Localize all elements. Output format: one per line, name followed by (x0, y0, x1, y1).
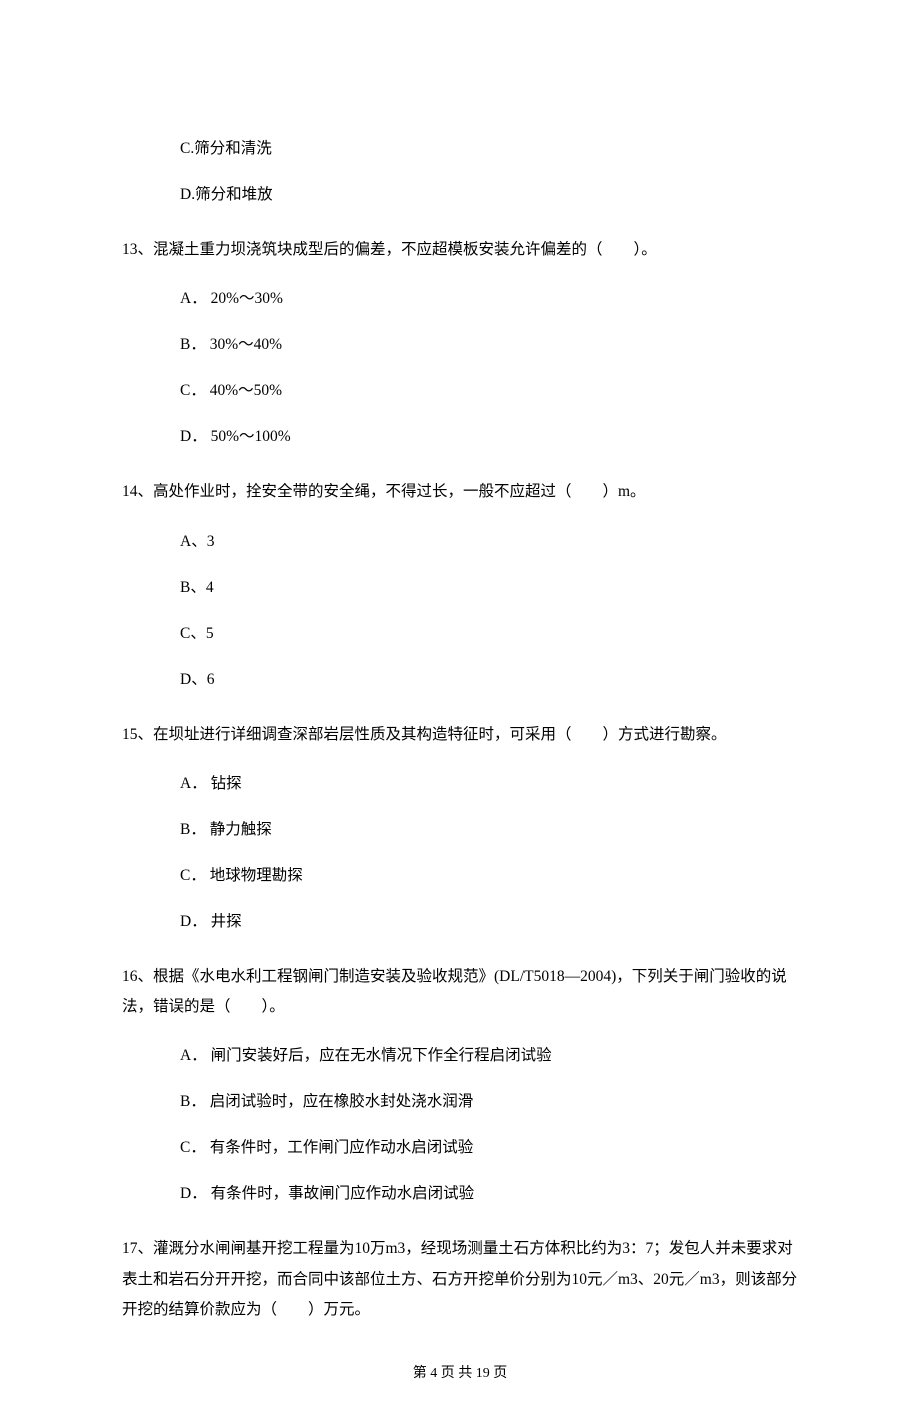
q16-stem: 16、根据《水电水利工程钢闸门制造安装及验收规范》(DL/T5018—2004)… (122, 962, 798, 1022)
q15-stem: 15、在坝址进行详细调查深部岩层性质及其构造特征时，可采用（ ）方式进行勘察。 (122, 720, 798, 750)
q14-stem: 14、高处作业时，拴安全带的安全绳，不得过长，一般不应超过（ ）m。 (122, 477, 798, 507)
q16-option-b: B． 启闭试验时，应在橡胶水封处浇水润滑 (122, 1090, 798, 1114)
q13-option-a: A． 20%～30% (122, 287, 798, 311)
q13-option-c: C． 40%～50% (122, 379, 798, 403)
q16-option-c: C． 有条件时，工作闸门应作动水启闭试验 (122, 1136, 798, 1160)
q15-option-b: B． 静力触探 (122, 818, 798, 842)
q16-option-d: D． 有条件时，事故闸门应作动水启闭试验 (122, 1182, 798, 1206)
q15-option-c: C． 地球物理勘探 (122, 864, 798, 888)
q12-option-c: C.筛分和清洗 (122, 137, 798, 161)
q14-option-d: D、6 (122, 668, 798, 692)
q12-option-d: D.筛分和堆放 (122, 183, 798, 207)
q16-option-a: A． 闸门安装好后，应在无水情况下作全行程启闭试验 (122, 1044, 798, 1068)
page-footer: 第 4 页 共 19 页 (122, 1363, 798, 1385)
q14-option-b: B、4 (122, 576, 798, 600)
q14-option-a: A、3 (122, 530, 798, 554)
q13-option-b: B． 30%～40% (122, 333, 798, 357)
q13-stem: 13、混凝土重力坝浇筑块成型后的偏差，不应超模板安装允许偏差的（ ）。 (122, 235, 798, 265)
q17-stem: 17、灌溉分水闸闸基开挖工程量为10万m3，经现场测量土石方体积比约为3：7；发… (122, 1234, 798, 1325)
q15-option-a: A． 钻探 (122, 772, 798, 796)
q14-option-c: C、5 (122, 622, 798, 646)
q15-option-d: D． 井探 (122, 910, 798, 934)
q13-option-d: D． 50%～100% (122, 425, 798, 449)
